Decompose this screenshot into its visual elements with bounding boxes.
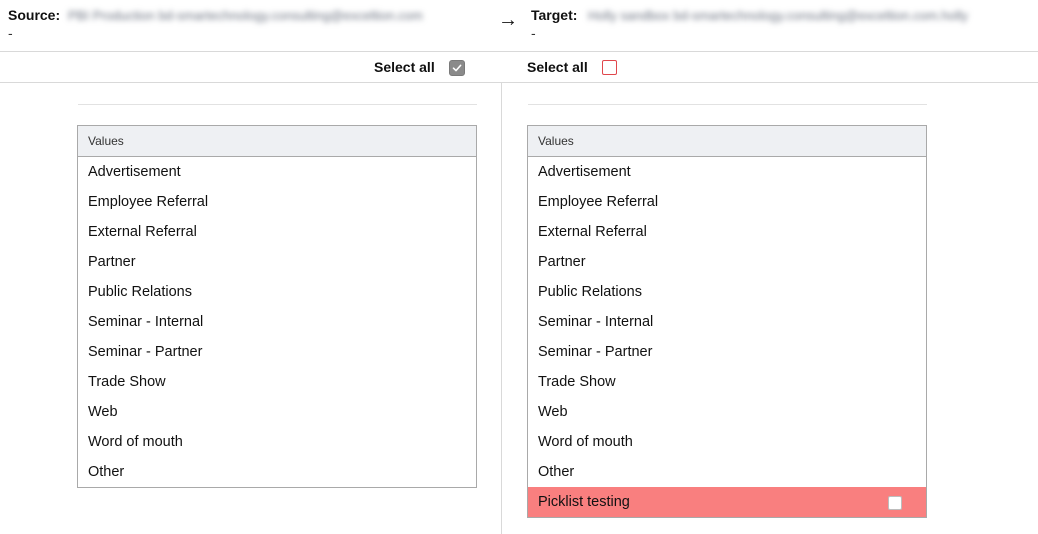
target-subtext: - (531, 25, 536, 41)
new-value-label: Picklist testing (538, 494, 630, 510)
target-value-row: Other (538, 464, 575, 480)
source-value-row: Seminar - Partner (88, 344, 203, 360)
source-value-row: External Referral (88, 224, 197, 240)
comparison-header: Source: PBI Production bd-smartechnology… (0, 0, 1038, 52)
target-org-name: Holly sandbox bd-smartechnology.consulti… (588, 8, 969, 23)
source-values-header: Values (78, 126, 476, 157)
target-value-row: External Referral (538, 224, 647, 240)
source-value-row: Word of mouth (88, 434, 183, 450)
source-label: Source: (8, 7, 61, 23)
source-value-row: Trade Show (88, 374, 166, 390)
select-all-bar: Select all Select all (0, 52, 1038, 83)
target-value-row: Word of mouth (538, 434, 633, 450)
target-value-row: Seminar - Internal (538, 314, 654, 330)
target-separator (528, 104, 927, 105)
target-value-row: Trade Show (538, 374, 616, 390)
target-value-row: Advertisement (538, 164, 631, 180)
source-select-all-label: Select all (374, 59, 435, 75)
source-select-all-checkbox[interactable] (449, 60, 465, 76)
source-values-table: Values Advertisement Employee Referral E… (77, 125, 477, 488)
source-value-row: Web (88, 404, 118, 420)
target-select-all-checkbox[interactable] (602, 60, 617, 75)
target-value-row: Public Relations (538, 284, 642, 300)
target-values-table: Values Advertisement Employee Referral E… (527, 125, 927, 518)
arrow-right-icon: → (498, 9, 518, 31)
new-value-checkbox[interactable] (888, 496, 902, 510)
source-separator (78, 104, 477, 105)
source-value-row: Employee Referral (88, 194, 209, 210)
new-value-row[interactable]: Picklist testing (528, 487, 926, 517)
source-org-name: PBI Production bd-smartechnology.consult… (68, 8, 423, 23)
target-value-row: Web (538, 404, 568, 420)
source-value-row: Partner (88, 254, 136, 270)
target-select-all-label: Select all (527, 59, 588, 75)
target-value-row: Seminar - Partner (538, 344, 653, 360)
checkmark-icon (452, 64, 462, 72)
source-value-row: Seminar - Internal (88, 314, 204, 330)
source-subtext: - (8, 25, 13, 41)
target-values-header: Values (528, 126, 926, 157)
source-value-row: Advertisement (88, 164, 181, 180)
target-value-row: Partner (538, 254, 586, 270)
target-value-row: Employee Referral (538, 194, 659, 210)
panel-divider (501, 83, 502, 534)
target-label: Target: (531, 7, 578, 23)
source-value-row: Public Relations (88, 284, 192, 300)
source-value-row: Other (88, 464, 125, 480)
